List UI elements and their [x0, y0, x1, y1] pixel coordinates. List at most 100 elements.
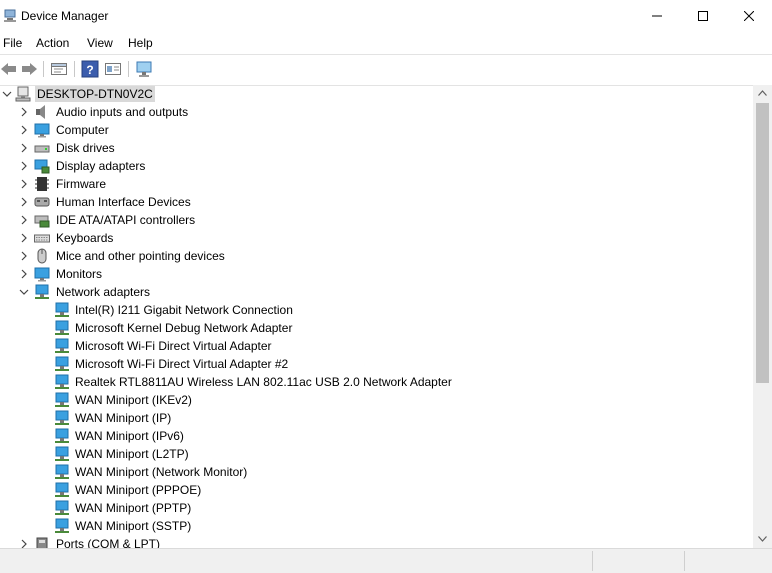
vertical-scrollbar[interactable]	[753, 85, 772, 548]
menu-bar: File Action View Help	[0, 32, 772, 54]
category-label: Audio inputs and outputs	[56, 105, 189, 119]
chevron-right-icon[interactable]	[19, 214, 29, 226]
tree-item-network-device[interactable]: Realtek RTL8811AU Wireless LAN 802.11ac …	[0, 373, 753, 391]
chevron-right-icon[interactable]	[19, 196, 29, 208]
update-driver-icon[interactable]	[104, 60, 122, 78]
network-adapter-icon	[55, 392, 69, 407]
network-adapter-icon	[55, 482, 69, 497]
chevron-down-icon[interactable]	[2, 88, 12, 100]
tree-item-network-device[interactable]: WAN Miniport (IKEv2)	[0, 391, 753, 409]
tree-item-ide[interactable]: IDE ATA/ATAPI controllers	[0, 211, 753, 229]
chevron-right-icon[interactable]	[19, 124, 29, 136]
tree-item-network-device[interactable]: Microsoft Wi-Fi Direct Virtual Adapter	[0, 337, 753, 355]
network-adapter-icon	[55, 464, 69, 479]
chevron-right-icon[interactable]	[19, 178, 29, 190]
svg-text:?: ?	[86, 63, 93, 77]
device-label: Microsoft Kernel Debug Network Adapter	[75, 321, 293, 335]
chevron-right-icon[interactable]	[19, 142, 29, 154]
computer-icon	[15, 86, 31, 102]
close-icon	[744, 11, 754, 21]
category-label: Keyboards	[56, 231, 114, 245]
chevron-right-icon[interactable]	[19, 160, 29, 172]
speaker-icon	[36, 105, 45, 119]
menu-view[interactable]: View	[87, 36, 113, 50]
device-label: Microsoft Wi-Fi Direct Virtual Adapter #…	[75, 357, 289, 371]
forward-arrow-icon[interactable]	[20, 60, 38, 78]
menu-help[interactable]: Help	[128, 36, 153, 50]
tree-item-network-device[interactable]: WAN Miniport (Network Monitor)	[0, 463, 753, 481]
device-label: Intel(R) I211 Gigabit Network Connection	[75, 303, 293, 317]
properties-icon[interactable]	[50, 60, 68, 78]
tree-item-network-device[interactable]: Microsoft Wi-Fi Direct Virtual Adapter #…	[0, 355, 753, 373]
minimize-button[interactable]	[634, 0, 680, 32]
tree-item-network-device[interactable]: WAN Miniport (IP)	[0, 409, 753, 427]
tree-item-display-adapters[interactable]: Display adapters	[0, 157, 753, 175]
tree-root[interactable]: DESKTOP-DTN0V2C	[0, 85, 753, 103]
maximize-button[interactable]	[680, 0, 726, 32]
device-label: WAN Miniport (IPv6)	[75, 429, 184, 443]
ide-controller-icon	[34, 215, 50, 228]
scrollbar-thumb[interactable]	[756, 103, 769, 383]
scroll-up-icon[interactable]	[758, 90, 767, 96]
status-bar	[0, 548, 772, 573]
chevron-right-icon[interactable]	[19, 268, 29, 280]
tree-item-network-device[interactable]: Microsoft Kernel Debug Network Adapter	[0, 319, 753, 337]
toolbar-separator	[43, 61, 44, 77]
device-manager-icon	[4, 9, 16, 22]
toolbar-separator	[128, 61, 129, 77]
tree-item-firmware[interactable]: Firmware	[0, 175, 753, 193]
tree-item-network-device[interactable]: WAN Miniport (IPv6)	[0, 427, 753, 445]
keyboard-icon	[34, 234, 50, 243]
tree-item-network-device[interactable]: WAN Miniport (PPTP)	[0, 499, 753, 517]
window-title: Device Manager	[21, 9, 109, 23]
chevron-right-icon[interactable]	[19, 250, 29, 262]
menu-action[interactable]: Action	[36, 36, 69, 50]
display-adapter-icon	[34, 159, 50, 174]
status-separator	[592, 551, 593, 571]
minimize-icon	[652, 15, 662, 17]
device-tree: DESKTOP-DTN0V2C Audio inputs and outputs…	[0, 85, 753, 548]
monitor-icon	[34, 123, 50, 138]
tree-item-network-device[interactable]: WAN Miniport (L2TP)	[0, 445, 753, 463]
tree-item-disk-drives[interactable]: Disk drives	[0, 139, 753, 157]
network-adapter-icon	[55, 338, 69, 353]
chevron-right-icon[interactable]	[19, 538, 29, 548]
tree-item-network-adapters[interactable]: Network adapters	[0, 283, 753, 301]
back-arrow-icon[interactable]	[0, 60, 18, 78]
chevron-right-icon[interactable]	[19, 232, 29, 244]
tree-item-mice[interactable]: Mice and other pointing devices	[0, 247, 753, 265]
network-adapter-icon	[55, 410, 69, 425]
toolbar-separator	[74, 61, 75, 77]
network-adapter-icon	[55, 302, 69, 317]
network-adapter-icon	[55, 500, 69, 515]
tree-item-network-device[interactable]: Intel(R) I211 Gigabit Network Connection	[0, 301, 753, 319]
device-label: WAN Miniport (Network Monitor)	[75, 465, 248, 479]
device-label: WAN Miniport (L2TP)	[75, 447, 189, 461]
tree-item-computer[interactable]: Computer	[0, 121, 753, 139]
tree-item-hid[interactable]: Human Interface Devices	[0, 193, 753, 211]
network-adapter-icon	[55, 518, 69, 533]
category-label: Human Interface Devices	[56, 195, 191, 209]
help-icon[interactable]: ?	[81, 60, 99, 78]
chevron-down-icon[interactable]	[19, 286, 29, 298]
close-button[interactable]	[726, 0, 772, 32]
disk-drive-icon	[34, 145, 50, 153]
menu-file[interactable]: File	[3, 36, 22, 50]
chevron-right-icon[interactable]	[19, 106, 29, 118]
port-icon	[36, 537, 48, 548]
status-separator	[684, 551, 685, 571]
tree-item-audio[interactable]: Audio inputs and outputs	[0, 103, 753, 121]
tree-item-monitors[interactable]: Monitors	[0, 265, 753, 283]
tree-item-network-device[interactable]: WAN Miniport (SSTP)	[0, 517, 753, 535]
tree-item-keyboards[interactable]: Keyboards	[0, 229, 753, 247]
device-label: Microsoft Wi-Fi Direct Virtual Adapter	[75, 339, 272, 353]
monitor-scan-icon[interactable]	[135, 60, 153, 78]
tree-item-ports[interactable]: Ports (COM & LPT)	[0, 535, 753, 548]
category-label: Computer	[56, 123, 109, 137]
category-label: Network adapters	[56, 285, 151, 299]
network-adapter-icon	[55, 446, 69, 461]
scroll-down-icon[interactable]	[758, 536, 767, 542]
tree-item-network-device[interactable]: WAN Miniport (PPPOE)	[0, 481, 753, 499]
category-label: Display adapters	[56, 159, 146, 173]
device-label: Realtek RTL8811AU Wireless LAN 802.11ac …	[75, 375, 452, 389]
